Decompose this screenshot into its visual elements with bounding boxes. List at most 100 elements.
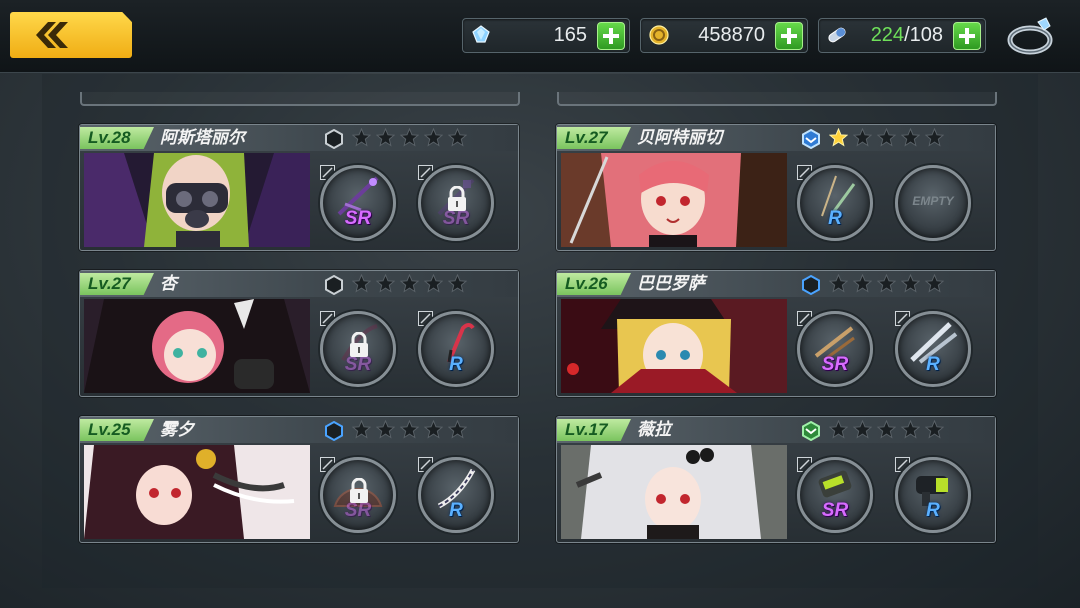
star-icon [925,274,944,293]
list-item-partial [80,92,520,106]
star-icon [424,420,443,439]
lock-icon [448,186,466,211]
star-rating [352,274,467,293]
weapon-slot-empty[interactable]: EMPTY [895,165,971,241]
character-name: 贝阿特丽切 [637,128,722,148]
star-icon [877,420,896,439]
rank-hexagon-icon [802,275,820,295]
weapon-slot[interactable]: R [418,311,494,387]
star-icon [424,274,443,293]
gem-count: 165 [553,24,587,46]
empty-slot-label: EMPTY [912,194,954,208]
weapon-slot[interactable]: R [797,165,873,241]
character-card[interactable]: Lv.27 杏 SR R [79,270,519,397]
character-portrait[interactable] [84,299,310,393]
star-icon [901,420,920,439]
character-card[interactable]: Lv.28 阿斯塔丽尔 SR SR [79,124,519,251]
character-portrait[interactable] [84,153,310,247]
star-rating [829,128,944,147]
star-icon [877,274,896,293]
character-card[interactable]: Lv.17 薇拉 SR R [556,416,996,543]
character-portrait[interactable] [84,445,310,539]
level-badge: Lv.27 [557,127,631,149]
character-name: 巴巴罗萨 [637,274,705,294]
add-stamina-button[interactable] [953,22,981,50]
star-icon [352,128,371,147]
rarity-label: R [926,500,940,521]
gold-coin-icon [649,25,669,45]
star-icon [925,128,944,147]
weapon-slot-locked[interactable]: SR [418,165,494,241]
gold-count: 458870 [698,24,765,46]
stamina-max: /108 [904,24,943,46]
character-name: 雾夕 [160,420,194,440]
stamina-counter: 224/108 [818,18,986,53]
character-card[interactable]: Lv.25 雾夕 SR R [79,416,519,543]
star-icon [400,420,419,439]
star-icon [400,274,419,293]
rarity-label: R [926,354,940,375]
star-icon [400,128,419,147]
weapon-slot[interactable]: R [418,457,494,533]
star-rating [352,128,467,147]
level-badge: Lv.25 [80,419,154,441]
character-portrait[interactable] [561,299,787,393]
gem-counter: 165 [462,18,630,53]
rank-hexagon-icon [325,129,343,149]
star-rating [829,420,944,439]
ring-icon[interactable] [1004,14,1056,58]
weapon-slot[interactable]: SR [797,457,873,533]
character-portrait[interactable] [561,445,787,539]
weapon-slot[interactable]: SR [320,165,396,241]
level-badge: Lv.27 [80,273,154,295]
star-icon [925,420,944,439]
star-icon [853,420,872,439]
character-card[interactable]: Lv.27 贝阿特丽切 R EMPTY [556,124,996,251]
back-arrow-icon [36,22,68,48]
star-icon [424,128,443,147]
stamina-capsule-icon [828,27,846,43]
star-icon [901,128,920,147]
star-rating [352,420,467,439]
rarity-label: R [828,208,842,229]
star-rating [829,274,944,293]
star-icon [877,128,896,147]
weapon-slot-locked[interactable]: SR [320,311,396,387]
stamina-current: 224 [870,24,905,46]
star-icon [448,274,467,293]
rank-hexagon-icon [325,421,343,441]
star-icon [829,420,848,439]
star-icon [352,420,371,439]
rarity-label: SR [344,208,372,229]
character-name: 杏 [160,274,177,294]
star-icon [376,128,395,147]
character-portrait[interactable] [561,153,787,247]
rank-hexagon-icon [802,421,820,441]
rank-hexagon-icon [325,275,343,295]
back-button[interactable] [10,12,132,58]
level-badge: Lv.28 [80,127,154,149]
add-gems-button[interactable] [597,22,625,50]
list-item-partial [557,92,997,106]
weapon-slot[interactable]: SR [797,311,873,387]
character-card[interactable]: Lv.26 巴巴罗萨 SR R [556,270,996,397]
rarity-label: R [449,500,463,521]
character-name: 薇拉 [637,420,671,440]
add-gold-button[interactable] [775,22,803,50]
star-icon [376,274,395,293]
weapon-slot[interactable]: R [895,457,971,533]
star-icon [448,128,467,147]
lock-icon [350,478,368,503]
lock-icon [350,332,368,357]
level-badge: Lv.17 [557,419,631,441]
star-icon [853,274,872,293]
rank-hexagon-icon [802,129,820,149]
weapon-slot-locked[interactable]: SR [320,457,396,533]
character-name: 阿斯塔丽尔 [160,128,245,148]
star-icon-lit [829,128,848,147]
star-icon [853,128,872,147]
rarity-label: SR [821,354,849,375]
weapon-slot[interactable]: R [895,311,971,387]
level-badge: Lv.26 [557,273,631,295]
rarity-label: R [449,354,463,375]
